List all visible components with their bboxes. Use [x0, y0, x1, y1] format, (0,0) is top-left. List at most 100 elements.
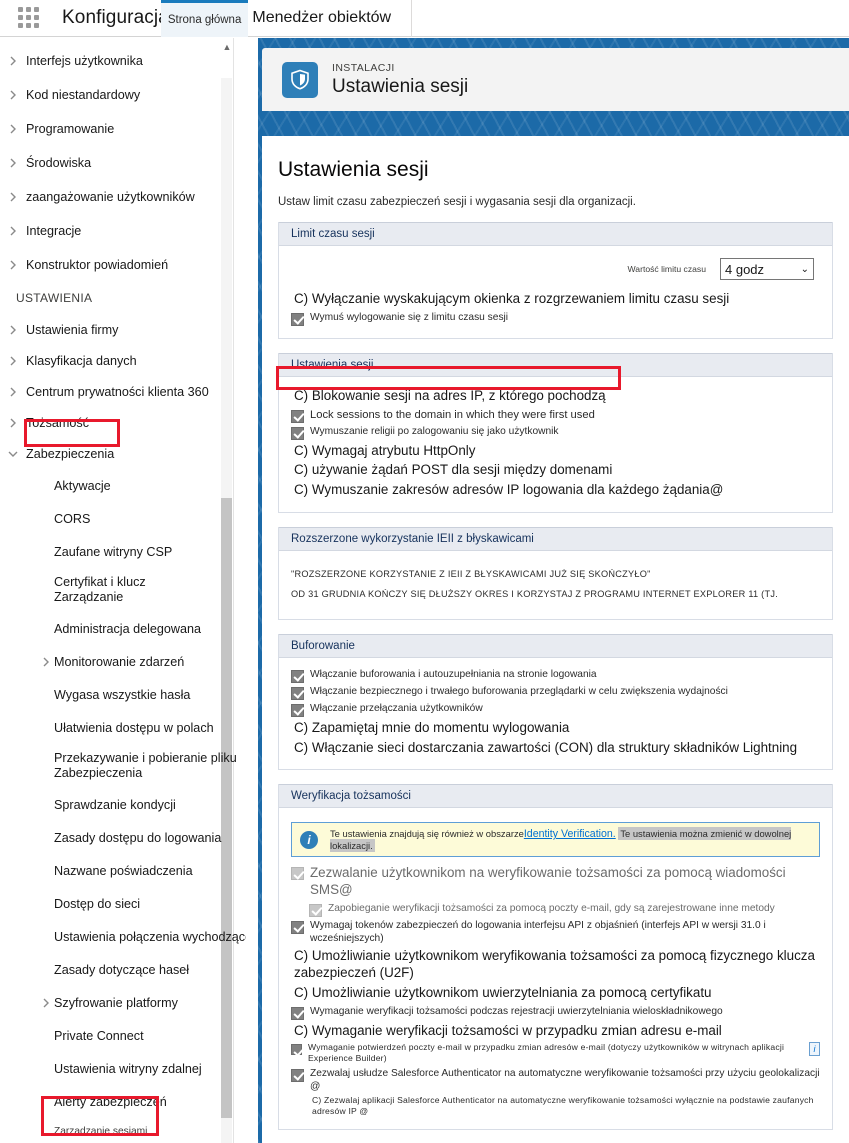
panel-ie-extended: Rozszerzone wykorzystanie IEII z błyskaw…: [278, 526, 833, 620]
sidebar-child-sprawdzanie-kondycji[interactable]: Sprawdzanie kondycji: [0, 788, 246, 821]
global-header: Konfiguracja Strona główna Menedżer obie…: [0, 0, 849, 37]
sidebar-child-zasady-dotyczące-haseł[interactable]: Zasady dotyczące haseł: [0, 953, 246, 986]
sidebar-child-zarządzanie-sesjami[interactable]: Zarządzanie sesjami: [0, 1118, 246, 1143]
checkbox-checked[interactable]: [291, 920, 304, 934]
sidebar-child-monitorowanie-zdarzeń[interactable]: Monitorowanie zdarzeń: [0, 645, 246, 678]
setting-option-row[interactable]: Zezwalanie użytkownikom na weryfikowanie…: [291, 865, 820, 899]
sidebar-item-klasyfikacja-danych[interactable]: Klasyfikacja danych: [0, 345, 246, 376]
sidebar-child-certyfikat-i-klucz[interactable]: Certyfikat i klucz Zarządzanie: [0, 568, 246, 612]
ie-paragraph-2: OD 31 GRUDNIA KOŃCZY SIĘ DŁUŻSZY OKRES I…: [291, 588, 778, 599]
sidebar-child-przekazywanie-i-pobieranie-pliku[interactable]: Przekazywanie i pobieranie pliku Zabezpie…: [0, 744, 246, 788]
sidebar-item-ustawienia-firmy[interactable]: Ustawienia firmy: [0, 314, 246, 345]
sidebar-child-nazwane-poświadczenia[interactable]: Nazwane poświadczenia: [0, 854, 246, 887]
setting-option-row[interactable]: Wymagaj tokenów zabezpieczeń do logowani…: [291, 919, 820, 946]
setting-option-row[interactable]: Wymaganie potwierdzeń poczty e-mail w pr…: [291, 1042, 820, 1064]
setting-option-row[interactable]: C) używanie żądań POST dla sesji między …: [291, 462, 820, 479]
setting-option-row[interactable]: C) Umożliwianie użytkownikom uwierzyteln…: [291, 985, 820, 1002]
sidebar-item-środowiska[interactable]: Środowiska: [0, 146, 246, 180]
setting-option-row[interactable]: Lock sessions to the domain in which the…: [291, 408, 820, 423]
setting-option-row[interactable]: Wymuszanie religii po zalogowaniu się ja…: [291, 425, 820, 440]
chevron-right-icon[interactable]: [0, 325, 26, 335]
sidebar-child-cors[interactable]: CORS: [0, 502, 246, 535]
sidebar-child-aktywacje[interactable]: Aktywacje: [0, 469, 246, 502]
sidebar-child-ułatwienia-dostępu-w-polach[interactable]: Ułatwienia dostępu w polach: [0, 711, 246, 744]
setting-option-row[interactable]: C) Włączanie sieci dostarczania zawartoś…: [291, 740, 820, 757]
chevron-right-icon[interactable]: [0, 356, 26, 366]
sidebar-child-label: Zarządzanie sesjami: [54, 1125, 148, 1137]
checkbox-checked[interactable]: [291, 686, 304, 700]
checkbox-checked[interactable]: [291, 703, 304, 717]
sidebar-child-szyfrowanie-platformy[interactable]: Szyfrowanie platformy: [0, 986, 246, 1019]
sidebar-item-konstruktor-powiadomień[interactable]: Konstruktor powiadomień: [0, 248, 246, 282]
checkbox-checked[interactable]: [291, 867, 304, 881]
setting-option-label: C) Wymagaj atrybutu HttpOnly: [294, 442, 476, 458]
setting-option-label: Wymuszanie religii po zalogowaniu się ja…: [310, 425, 559, 437]
chevron-down-icon[interactable]: [0, 450, 26, 458]
chevron-right-icon[interactable]: [0, 124, 26, 134]
sidebar-child-ustawienia-połączenia-wychodzącego[interactable]: Ustawienia połączenia wychodzącego: [0, 920, 246, 953]
setting-option-row[interactable]: Wymaganie weryfikacji tożsamości podczas…: [291, 1005, 820, 1020]
identity-verification-link[interactable]: Identity Verification.: [524, 828, 616, 840]
sidebar-child-zasady-dostępu-do-logowania[interactable]: Zasady dostępu do logowania: [0, 821, 246, 854]
checkbox-checked[interactable]: [291, 312, 304, 326]
checkbox-checked[interactable]: [291, 1044, 302, 1056]
chevron-right-icon[interactable]: [0, 657, 54, 667]
chevron-right-icon[interactable]: [0, 418, 26, 428]
chevron-right-icon[interactable]: [0, 226, 26, 236]
sidebar-item-zaangażowanie-użytkowników[interactable]: zaangażowanie użytkowników: [0, 180, 246, 214]
sidebar-child-ustawienia-witryny-zdalnej[interactable]: Ustawienia witryny zdalnej: [0, 1052, 246, 1085]
chevron-right-icon[interactable]: [0, 192, 26, 202]
checkbox-checked[interactable]: [291, 1068, 304, 1082]
setting-option-row[interactable]: C) Wyłączanie wyskakującym okienka z roz…: [291, 291, 820, 308]
chevron-right-icon[interactable]: [0, 90, 26, 100]
sidebar-child-label: CORS: [54, 511, 91, 526]
chevron-right-icon[interactable]: [0, 387, 26, 397]
setting-option-row[interactable]: C) Zezwalaj aplikacji Salesforce Authent…: [309, 1095, 820, 1117]
sidebar-child-dostęp-do-sieci[interactable]: Dostęp do sieci: [0, 887, 246, 920]
setting-option-row[interactable]: Włączanie bezpiecznego i trwałego buforo…: [291, 685, 820, 700]
sidebar-child-label: Wygasa wszystkie hasła: [54, 687, 191, 702]
setting-option-row[interactable]: C) Wymuszanie zakresów adresów IP logowa…: [291, 482, 820, 499]
sidebar-child-wygasa-wszystkie-hasła[interactable]: Wygasa wszystkie hasła: [0, 678, 246, 711]
chevron-right-icon[interactable]: [0, 260, 26, 270]
setting-option-row[interactable]: Włączanie przełączania użytkowników: [291, 702, 820, 717]
checkbox-checked[interactable]: [309, 903, 322, 917]
chevron-right-icon[interactable]: [0, 56, 26, 66]
checkbox-checked[interactable]: [291, 669, 304, 683]
tab-menedzer-obiektow[interactable]: Menedżer obiektów: [248, 0, 413, 37]
setting-option-row[interactable]: Zapobieganie weryfikacji tożsamości za p…: [309, 902, 820, 917]
tab-strona-glowna[interactable]: Strona główna: [160, 0, 249, 37]
sidebar-item-tożsamość[interactable]: Tożsamość: [0, 407, 246, 438]
checkbox-checked[interactable]: [291, 1006, 304, 1020]
info-icon[interactable]: i: [809, 1042, 820, 1057]
sidebar-item-zabezpieczenia[interactable]: Zabezpieczenia: [0, 438, 246, 469]
app-launcher-grid-icon[interactable]: [18, 7, 44, 29]
setting-option-row[interactable]: C) Umożliwianie użytkownikom weryfikowan…: [291, 948, 820, 982]
sidebar-item-interfejs-użytkownika[interactable]: Interfejs użytkownika: [0, 44, 246, 78]
sidebar-child-zaufane-witryny-csp[interactable]: Zaufane witryny CSP: [0, 535, 246, 568]
setting-option-row[interactable]: Zezwalaj usłudze Salesforce Authenticato…: [291, 1067, 820, 1094]
chevron-right-icon[interactable]: [0, 158, 26, 168]
setting-option-row[interactable]: Wymuś wylogowanie się z limitu czasu ses…: [291, 311, 820, 326]
sidebar-child-label: Alerty zabezpieczeń: [54, 1094, 167, 1109]
sidebar-item-centrum-prywatności-klienta-360[interactable]: Centrum prywatności klienta 360: [0, 376, 246, 407]
panel-title-identity-verification: Weryfikacja tożsamości: [279, 784, 832, 809]
sidebar-item-integracje[interactable]: Integracje: [0, 214, 246, 248]
setting-option-row[interactable]: C) Blokowanie sesji na adres IP, z które…: [291, 388, 820, 405]
setting-option-row[interactable]: Włączanie buforowania i autouzupełniania…: [291, 668, 820, 683]
setting-option-row[interactable]: C) Zapamiętaj mnie do momentu wylogowani…: [291, 720, 820, 737]
sidebar-child-private-connect[interactable]: Private Connect: [0, 1019, 246, 1052]
timeout-value-select[interactable]: 4 godz ⌄: [720, 258, 814, 280]
panel-session-settings: Ustawienia sesji C) Blokowanie sesji na …: [278, 352, 833, 513]
session-settings-options: C) Blokowanie sesji na adres IP, z które…: [291, 388, 820, 499]
checkbox-checked[interactable]: [291, 426, 304, 440]
setting-option-row[interactable]: C) Wymagaj atrybutu HttpOnly: [291, 443, 820, 460]
caching-options: Włączanie buforowania i autouzupełniania…: [291, 668, 820, 757]
setting-option-row[interactable]: C) Wymaganie weryfikacji tożsamości w pr…: [291, 1023, 820, 1040]
sidebar-child-administracja-delegowana[interactable]: Administracja delegowana: [0, 612, 246, 645]
sidebar-item-programowanie[interactable]: Programowanie: [0, 112, 246, 146]
chevron-right-icon[interactable]: [0, 998, 54, 1008]
sidebar-item-kod-niestandardowy[interactable]: Kod niestandardowy: [0, 78, 246, 112]
sidebar-child-alerty-zabezpieczeń[interactable]: Alerty zabezpieczeń: [0, 1085, 246, 1118]
checkbox-checked[interactable]: [291, 409, 304, 423]
